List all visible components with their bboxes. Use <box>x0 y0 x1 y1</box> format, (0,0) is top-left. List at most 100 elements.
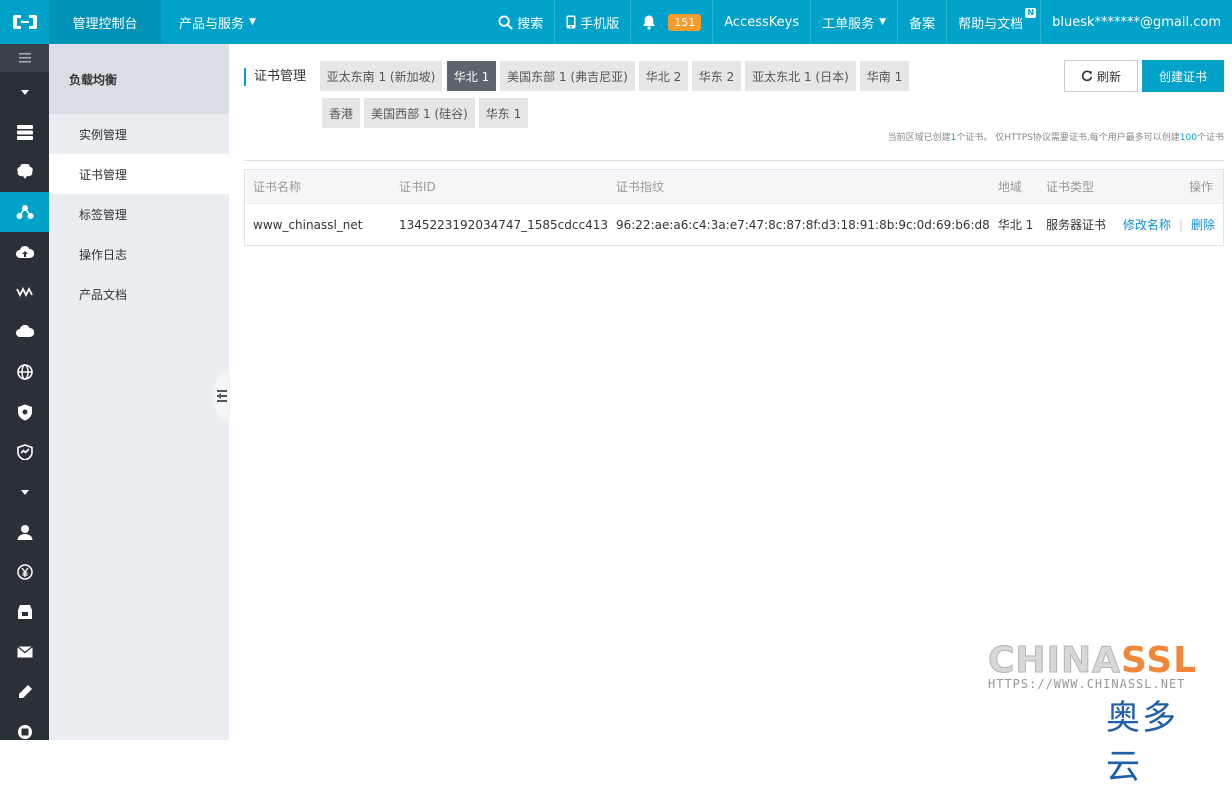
chinassl-watermark: CHINASSL HTTPS://WWW.CHINASSL.NET 奥多云 <box>988 640 1208 788</box>
billing-nav-button[interactable] <box>0 552 49 592</box>
subnav-item-tags[interactable]: 标签管理 <box>49 194 229 234</box>
region-tab-cn-east-1[interactable]: 华东 1 <box>479 98 528 128</box>
certificate-quota-hint: 当前区域已创建1个证书。 仅HTTPS协议需要证书,每个用户最多可以创建100个… <box>887 133 1224 143</box>
beian-link[interactable]: 备案 <box>897 0 946 44</box>
new-badge: N <box>1025 8 1037 18</box>
ticket-service-menu[interactable]: 工单服务 ▼ <box>810 0 897 44</box>
create-certificate-button[interactable]: 创建证书 <box>1142 60 1224 92</box>
top-navigation-bar: 管理控制台 产品与服务 ▼ 搜索 手机版 151 AccessKeys 工单服务… <box>0 0 1232 44</box>
region-tab-ap-southeast-1[interactable]: 亚太东南 1 (新加坡) <box>320 61 442 91</box>
subnav-title: 负载均衡 <box>49 44 229 114</box>
notifications-button[interactable]: 151 <box>630 0 712 44</box>
monitor-icon <box>16 444 33 460</box>
subnav-item-certificates[interactable]: 证书管理 <box>49 154 229 194</box>
globe-icon <box>16 364 33 380</box>
cert-fingerprint-cell: 96:22:ae:a6:c4:3a:e7:47:8c:87:8f:d3:18:9… <box>607 203 990 246</box>
package-nav-button[interactable] <box>0 592 49 632</box>
menu-icon <box>18 53 31 63</box>
divider <box>244 160 1224 161</box>
page-title: 证书管理 <box>244 68 306 86</box>
subnav-item-docs[interactable]: 产品文档 <box>49 274 229 314</box>
region-tab-ap-northeast-1[interactable]: 亚太东北 1 (日本) <box>745 61 856 91</box>
caret-down-icon <box>20 489 29 495</box>
rds-nav-button[interactable] <box>0 152 49 192</box>
mobile-version-link[interactable]: 手机版 <box>554 0 630 44</box>
products-services-menu[interactable]: 产品与服务 ▼ <box>161 0 274 44</box>
watermark-url: HTTPS://WWW.CHINASSL.NET <box>988 677 1186 691</box>
network-wave-icon <box>15 287 33 297</box>
yen-icon <box>16 564 33 580</box>
cdn-nav-button[interactable] <box>0 272 49 312</box>
region-tab-cn-north-2[interactable]: 华北 2 <box>639 61 688 91</box>
package-icon <box>17 605 32 619</box>
refresh-button[interactable]: 刷新 <box>1064 60 1138 92</box>
region-tab-cn-east-2[interactable]: 华东 2 <box>692 61 741 91</box>
main-content: 证书管理 亚太东南 1 (新加坡) 华北 1 美国东部 1 (弗吉尼亚) 华北 … <box>229 44 1232 740</box>
rename-certificate-link[interactable]: 修改名称 <box>1123 218 1171 232</box>
cert-region-cell: 华北 1 <box>989 203 1039 246</box>
column-header-fingerprint: 证书指纹 <box>607 169 990 204</box>
caret-down-icon <box>20 89 29 95</box>
column-header-id: 证书ID <box>390 169 608 204</box>
region-tab-us-east-1[interactable]: 美国东部 1 (弗吉尼亚) <box>500 61 635 91</box>
cloud-db-icon <box>16 164 33 179</box>
monitor-nav-button[interactable] <box>0 432 49 472</box>
load-balance-icon <box>16 205 33 219</box>
region-tab-cn-south-1[interactable]: 华南 1 <box>860 61 909 91</box>
cert-name-cell: www_chinassl_net <box>244 203 391 246</box>
column-header-name: 证书名称 <box>244 169 391 204</box>
products-services-label: 产品与服务 <box>179 16 245 32</box>
collapse-group-button[interactable] <box>0 72 49 112</box>
edit-nav-button[interactable] <box>0 672 49 712</box>
ticket-service-label: 工单服务 <box>822 16 875 32</box>
table-header-row: 证书名称 证书ID 证书指纹 地域 证书类型 操作 <box>244 169 1224 204</box>
user-icon <box>17 525 32 540</box>
mail-icon <box>16 646 33 658</box>
product-icon-sidebar <box>0 44 49 740</box>
collapse-sidebar-icon <box>217 390 227 402</box>
console-home-link[interactable]: 管理控制台 <box>49 0 161 44</box>
region-tab-us-west-1[interactable]: 美国西部 1 (硅谷) <box>364 98 475 128</box>
column-header-actions: 操作 <box>1114 169 1224 204</box>
mobile-phone-icon <box>566 15 576 29</box>
region-tab-hongkong[interactable]: 香港 <box>322 98 360 128</box>
notification-count-badge: 151 <box>668 13 702 31</box>
subnav-item-instances[interactable]: 实例管理 <box>49 114 229 154</box>
oss-nav-button[interactable] <box>0 232 49 272</box>
region-tab-cn-north-1[interactable]: 华北 1 <box>447 61 496 91</box>
bell-icon <box>643 15 656 30</box>
chip-icon <box>17 725 32 739</box>
help-docs-link[interactable]: 帮助与文档 N <box>946 0 1040 44</box>
action-separator: | <box>1178 218 1183 232</box>
account-menu[interactable]: bluesk*******@gmail.com <box>1040 0 1232 44</box>
mail-nav-button[interactable] <box>0 632 49 672</box>
server-icon <box>16 125 33 140</box>
search-button[interactable]: 搜索 <box>487 0 554 44</box>
aliyun-logo-icon[interactable] <box>0 0 49 44</box>
account-nav-button[interactable] <box>0 512 49 552</box>
caret-down-icon: ▼ <box>249 17 256 27</box>
dns-nav-button[interactable] <box>0 352 49 392</box>
access-keys-link[interactable]: AccessKeys <box>712 0 810 44</box>
watermark-cn: 奥多云 <box>1106 698 1178 787</box>
cert-type-cell: 服务器证书 <box>1038 203 1115 246</box>
menu-toggle-button[interactable] <box>0 44 49 72</box>
collapse-subnav-button[interactable] <box>214 372 230 420</box>
storage-nav-button[interactable] <box>0 312 49 352</box>
chip-nav-button[interactable] <box>0 712 49 752</box>
search-label: 搜索 <box>517 16 544 32</box>
cloud-storage-icon <box>15 325 34 337</box>
table-row: www_chinassl_net 1345223192034747_1585cd… <box>244 203 1224 246</box>
security-nav-button[interactable] <box>0 392 49 432</box>
collapse-group-button-2[interactable] <box>0 472 49 512</box>
help-docs-label: 帮助与文档 <box>958 16 1024 32</box>
slb-nav-button[interactable] <box>0 192 49 232</box>
refresh-icon <box>1081 70 1093 82</box>
search-icon <box>498 14 514 30</box>
cert-id-cell: 1345223192034747_1585cdcc413 <box>390 203 608 246</box>
cert-actions-cell: 修改名称 | 删除 <box>1114 203 1224 246</box>
ecs-nav-button[interactable] <box>0 112 49 152</box>
slb-sub-navigation: 负载均衡 实例管理 证书管理 标签管理 操作日志 产品文档 <box>49 44 229 740</box>
subnav-item-logs[interactable]: 操作日志 <box>49 234 229 274</box>
delete-certificate-link[interactable]: 删除 <box>1191 218 1215 232</box>
